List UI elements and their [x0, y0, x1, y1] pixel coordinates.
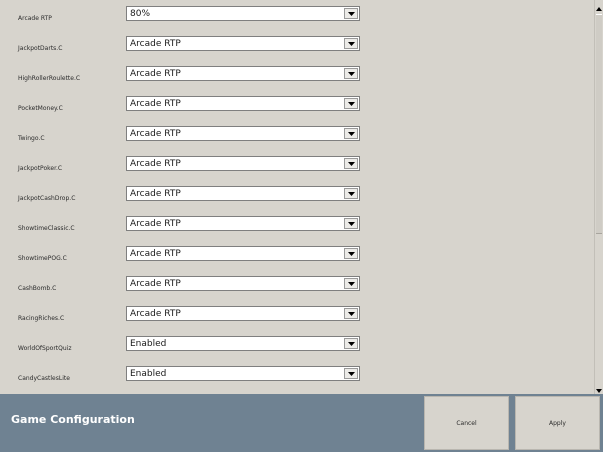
- setting-row-highrollerroulette: HighRollerRoulette.C Arcade RTP: [0, 60, 594, 90]
- setting-dropdown[interactable]: Arcade RTP: [126, 246, 360, 261]
- chevron-down-icon: [348, 222, 355, 226]
- setting-label: JackpotPoker.C: [18, 165, 63, 172]
- setting-label: Arcade RTP: [18, 15, 52, 22]
- chevron-down-icon: [348, 42, 355, 46]
- dropdown-button[interactable]: [344, 128, 358, 139]
- setting-row-cashbomb: CashBomb.C Arcade RTP: [0, 270, 594, 300]
- setting-label: ShowtimePOG.C: [18, 255, 67, 262]
- setting-row-worldofsportquiz: WorldOfSportQuiz Enabled: [0, 330, 594, 360]
- setting-dropdown[interactable]: 80%: [126, 6, 360, 21]
- setting-label: CandyCastlesLite: [18, 375, 70, 382]
- chevron-down-icon: [348, 132, 355, 136]
- chevron-down-icon: [348, 282, 355, 286]
- setting-label: CashBomb.C: [18, 285, 57, 292]
- cancel-button[interactable]: Cancel: [424, 396, 509, 450]
- setting-row-racingriches: RacingRiches.C Arcade RTP: [0, 300, 594, 330]
- setting-dropdown[interactable]: Arcade RTP: [126, 126, 360, 141]
- dropdown-value: Enabled: [130, 339, 167, 349]
- setting-row-showtimepog: ShowtimePOG.C Arcade RTP: [0, 240, 594, 270]
- setting-row-showtimeclassic: ShowtimeClassic.C Arcade RTP: [0, 210, 594, 240]
- setting-row-pocketmoney: PocketMoney.C Arcade RTP: [0, 90, 594, 120]
- setting-dropdown[interactable]: Arcade RTP: [126, 216, 360, 231]
- dropdown-value: Arcade RTP: [130, 39, 181, 49]
- dropdown-value: Arcade RTP: [130, 129, 181, 139]
- dropdown-button[interactable]: [344, 98, 358, 109]
- chevron-down-icon: [348, 312, 355, 316]
- setting-dropdown[interactable]: Enabled: [126, 366, 360, 381]
- dropdown-button[interactable]: [344, 218, 358, 229]
- chevron-down-icon: [348, 252, 355, 256]
- dropdown-button[interactable]: [344, 188, 358, 199]
- chevron-down-icon: [348, 192, 355, 196]
- chevron-down-icon: [348, 72, 355, 76]
- apply-button-label: Apply: [549, 420, 566, 427]
- chevron-down-icon: [348, 342, 355, 346]
- setting-dropdown[interactable]: Arcade RTP: [126, 96, 360, 111]
- footer-bar: Game Configuration Cancel Apply: [0, 394, 603, 452]
- chevron-down-icon: [348, 372, 355, 376]
- page-title: Game Configuration: [11, 413, 135, 426]
- chevron-down-icon: [348, 102, 355, 106]
- setting-row-twingo: Twingo.C Arcade RTP: [0, 120, 594, 150]
- vertical-scrollbar[interactable]: [594, 0, 603, 394]
- dropdown-button[interactable]: [344, 368, 358, 379]
- setting-row-arcade-rtp: Arcade RTP 80%: [0, 0, 594, 30]
- apply-button[interactable]: Apply: [515, 396, 600, 450]
- setting-dropdown[interactable]: Arcade RTP: [126, 66, 360, 81]
- dropdown-button[interactable]: [344, 68, 358, 79]
- dropdown-value: 80%: [130, 9, 151, 19]
- setting-row-jackpotdarts: JackpotDarts.C Arcade RTP: [0, 30, 594, 60]
- scroll-down-button[interactable]: [595, 382, 603, 394]
- dropdown-button[interactable]: [344, 38, 358, 49]
- setting-dropdown[interactable]: Enabled: [126, 336, 360, 351]
- scroll-up-button[interactable]: [595, 0, 603, 12]
- dropdown-value: Arcade RTP: [130, 189, 181, 199]
- setting-row-jackpotpoker: JackpotPoker.C Arcade RTP: [0, 150, 594, 180]
- cancel-button-label: Cancel: [456, 420, 477, 427]
- setting-label: ShowtimeClassic.C: [18, 225, 75, 232]
- dropdown-button[interactable]: [344, 248, 358, 259]
- dropdown-value: Enabled: [130, 369, 167, 379]
- setting-label: RacingRiches.C: [18, 315, 65, 322]
- setting-label: JackpotCashDrop.C: [18, 195, 76, 202]
- dropdown-value: Arcade RTP: [130, 219, 181, 229]
- setting-label: PocketMoney.C: [18, 105, 63, 112]
- scroll-thumb[interactable]: [596, 14, 602, 234]
- setting-row-jackpotcashdrop: JackpotCashDrop.C Arcade RTP: [0, 180, 594, 210]
- setting-dropdown[interactable]: Arcade RTP: [126, 156, 360, 171]
- dropdown-value: Arcade RTP: [130, 309, 181, 319]
- setting-dropdown[interactable]: Arcade RTP: [126, 36, 360, 51]
- setting-dropdown[interactable]: Arcade RTP: [126, 276, 360, 291]
- setting-dropdown[interactable]: Arcade RTP: [126, 306, 360, 321]
- dropdown-value: Arcade RTP: [130, 159, 181, 169]
- dropdown-value: Arcade RTP: [130, 99, 181, 109]
- setting-label: Twingo.C: [18, 135, 45, 142]
- chevron-down-icon: [348, 12, 355, 16]
- settings-list: Arcade RTP 80% JackpotDarts.C Arcade RTP…: [0, 0, 594, 394]
- dropdown-button[interactable]: [344, 278, 358, 289]
- dropdown-value: Arcade RTP: [130, 279, 181, 289]
- dropdown-button[interactable]: [344, 8, 358, 19]
- dropdown-button[interactable]: [344, 158, 358, 169]
- dropdown-button[interactable]: [344, 308, 358, 319]
- setting-label: WorldOfSportQuiz: [18, 345, 72, 352]
- setting-label: JackpotDarts.C: [18, 45, 63, 52]
- dropdown-value: Arcade RTP: [130, 249, 181, 259]
- setting-row-candycastleslite: CandyCastlesLite Enabled: [0, 360, 594, 390]
- setting-dropdown[interactable]: Arcade RTP: [126, 186, 360, 201]
- dropdown-button[interactable]: [344, 338, 358, 349]
- chevron-down-icon: [348, 162, 355, 166]
- setting-label: HighRollerRoulette.C: [18, 75, 81, 82]
- dropdown-value: Arcade RTP: [130, 69, 181, 79]
